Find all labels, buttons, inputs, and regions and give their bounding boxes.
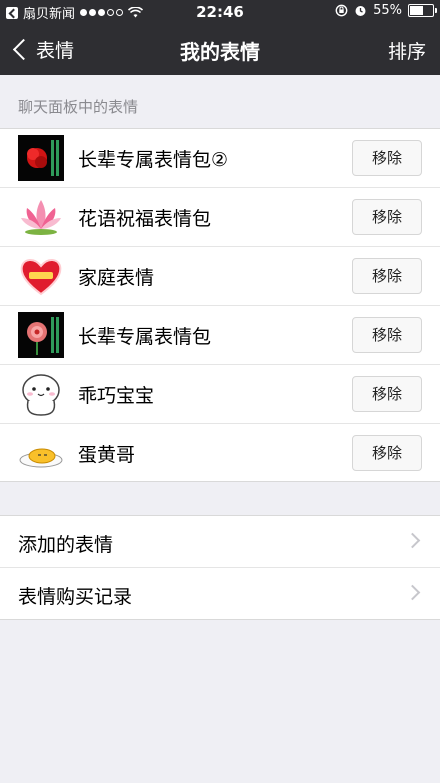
chevron-right-icon [404,532,421,549]
sticker-pack-row: 长辈专属表情包② 移除 [0,129,440,188]
sticker-pack-name: 长辈专属表情包 [78,326,212,348]
nav-bar: 表情 我的表情 排序 [0,24,440,75]
purchase-history-link[interactable]: 表情购买记录 [0,568,440,619]
sticker-pack-row: 蛋黄哥 移除 [0,424,440,482]
red-heart-sticker-icon [20,259,62,296]
settings-links: 添加的表情 表情购买记录 [0,515,440,620]
remove-button[interactable]: 移除 [352,258,422,294]
added-stickers-link[interactable]: 添加的表情 [0,516,440,568]
top-bar: 扇贝新闻 22:46 55% 表情 我的表情 排序 [0,0,440,75]
sticker-pack-name: 长辈专属表情包② [78,149,229,171]
sticker-pack-name: 蛋黄哥 [78,444,136,466]
sticker-pack-list: 长辈专属表情包② 移除 花语祝福表情包 移除 家庭表情 移除 长辈专属表情包 移… [0,128,440,482]
remove-button[interactable]: 移除 [352,376,422,412]
egg-yolk-sticker-icon [19,448,63,468]
sticker-pack-name: 家庭表情 [78,267,155,289]
chevron-right-icon [404,584,421,601]
alarm-icon [355,6,366,16]
link-label: 表情购买记录 [18,586,133,608]
remove-button[interactable]: 移除 [352,140,422,176]
sticker-pack-row: 家庭表情 移除 [0,247,440,306]
link-label: 添加的表情 [18,534,114,556]
sort-button[interactable]: 排序 [388,37,426,64]
orientation-lock-icon [335,4,348,17]
status-bar: 扇贝新闻 22:46 55% [0,0,440,24]
remove-button[interactable]: 移除 [352,317,422,353]
remove-button[interactable]: 移除 [352,199,422,235]
cute-baby-sticker-icon [22,374,60,416]
section-label: 聊天面板中的表情 [18,98,139,116]
sticker-pack-name: 花语祝福表情包 [78,208,212,230]
red-flower-sticker-icon [18,135,64,181]
status-right: 55% [335,3,437,18]
pink-rose-sticker-icon [18,312,64,358]
page-title: 我的表情 [180,40,260,64]
remove-button[interactable]: 移除 [352,435,422,471]
battery-icon [408,4,437,17]
sticker-pack-row: 花语祝福表情包 移除 [0,188,440,247]
sticker-pack-row: 乖巧宝宝 移除 [0,365,440,424]
battery-percent: 55% [373,3,402,18]
sticker-pack-row: 长辈专属表情包 移除 [0,306,440,365]
sticker-pack-name: 乖巧宝宝 [78,385,155,407]
lotus-sticker-icon [21,200,61,235]
